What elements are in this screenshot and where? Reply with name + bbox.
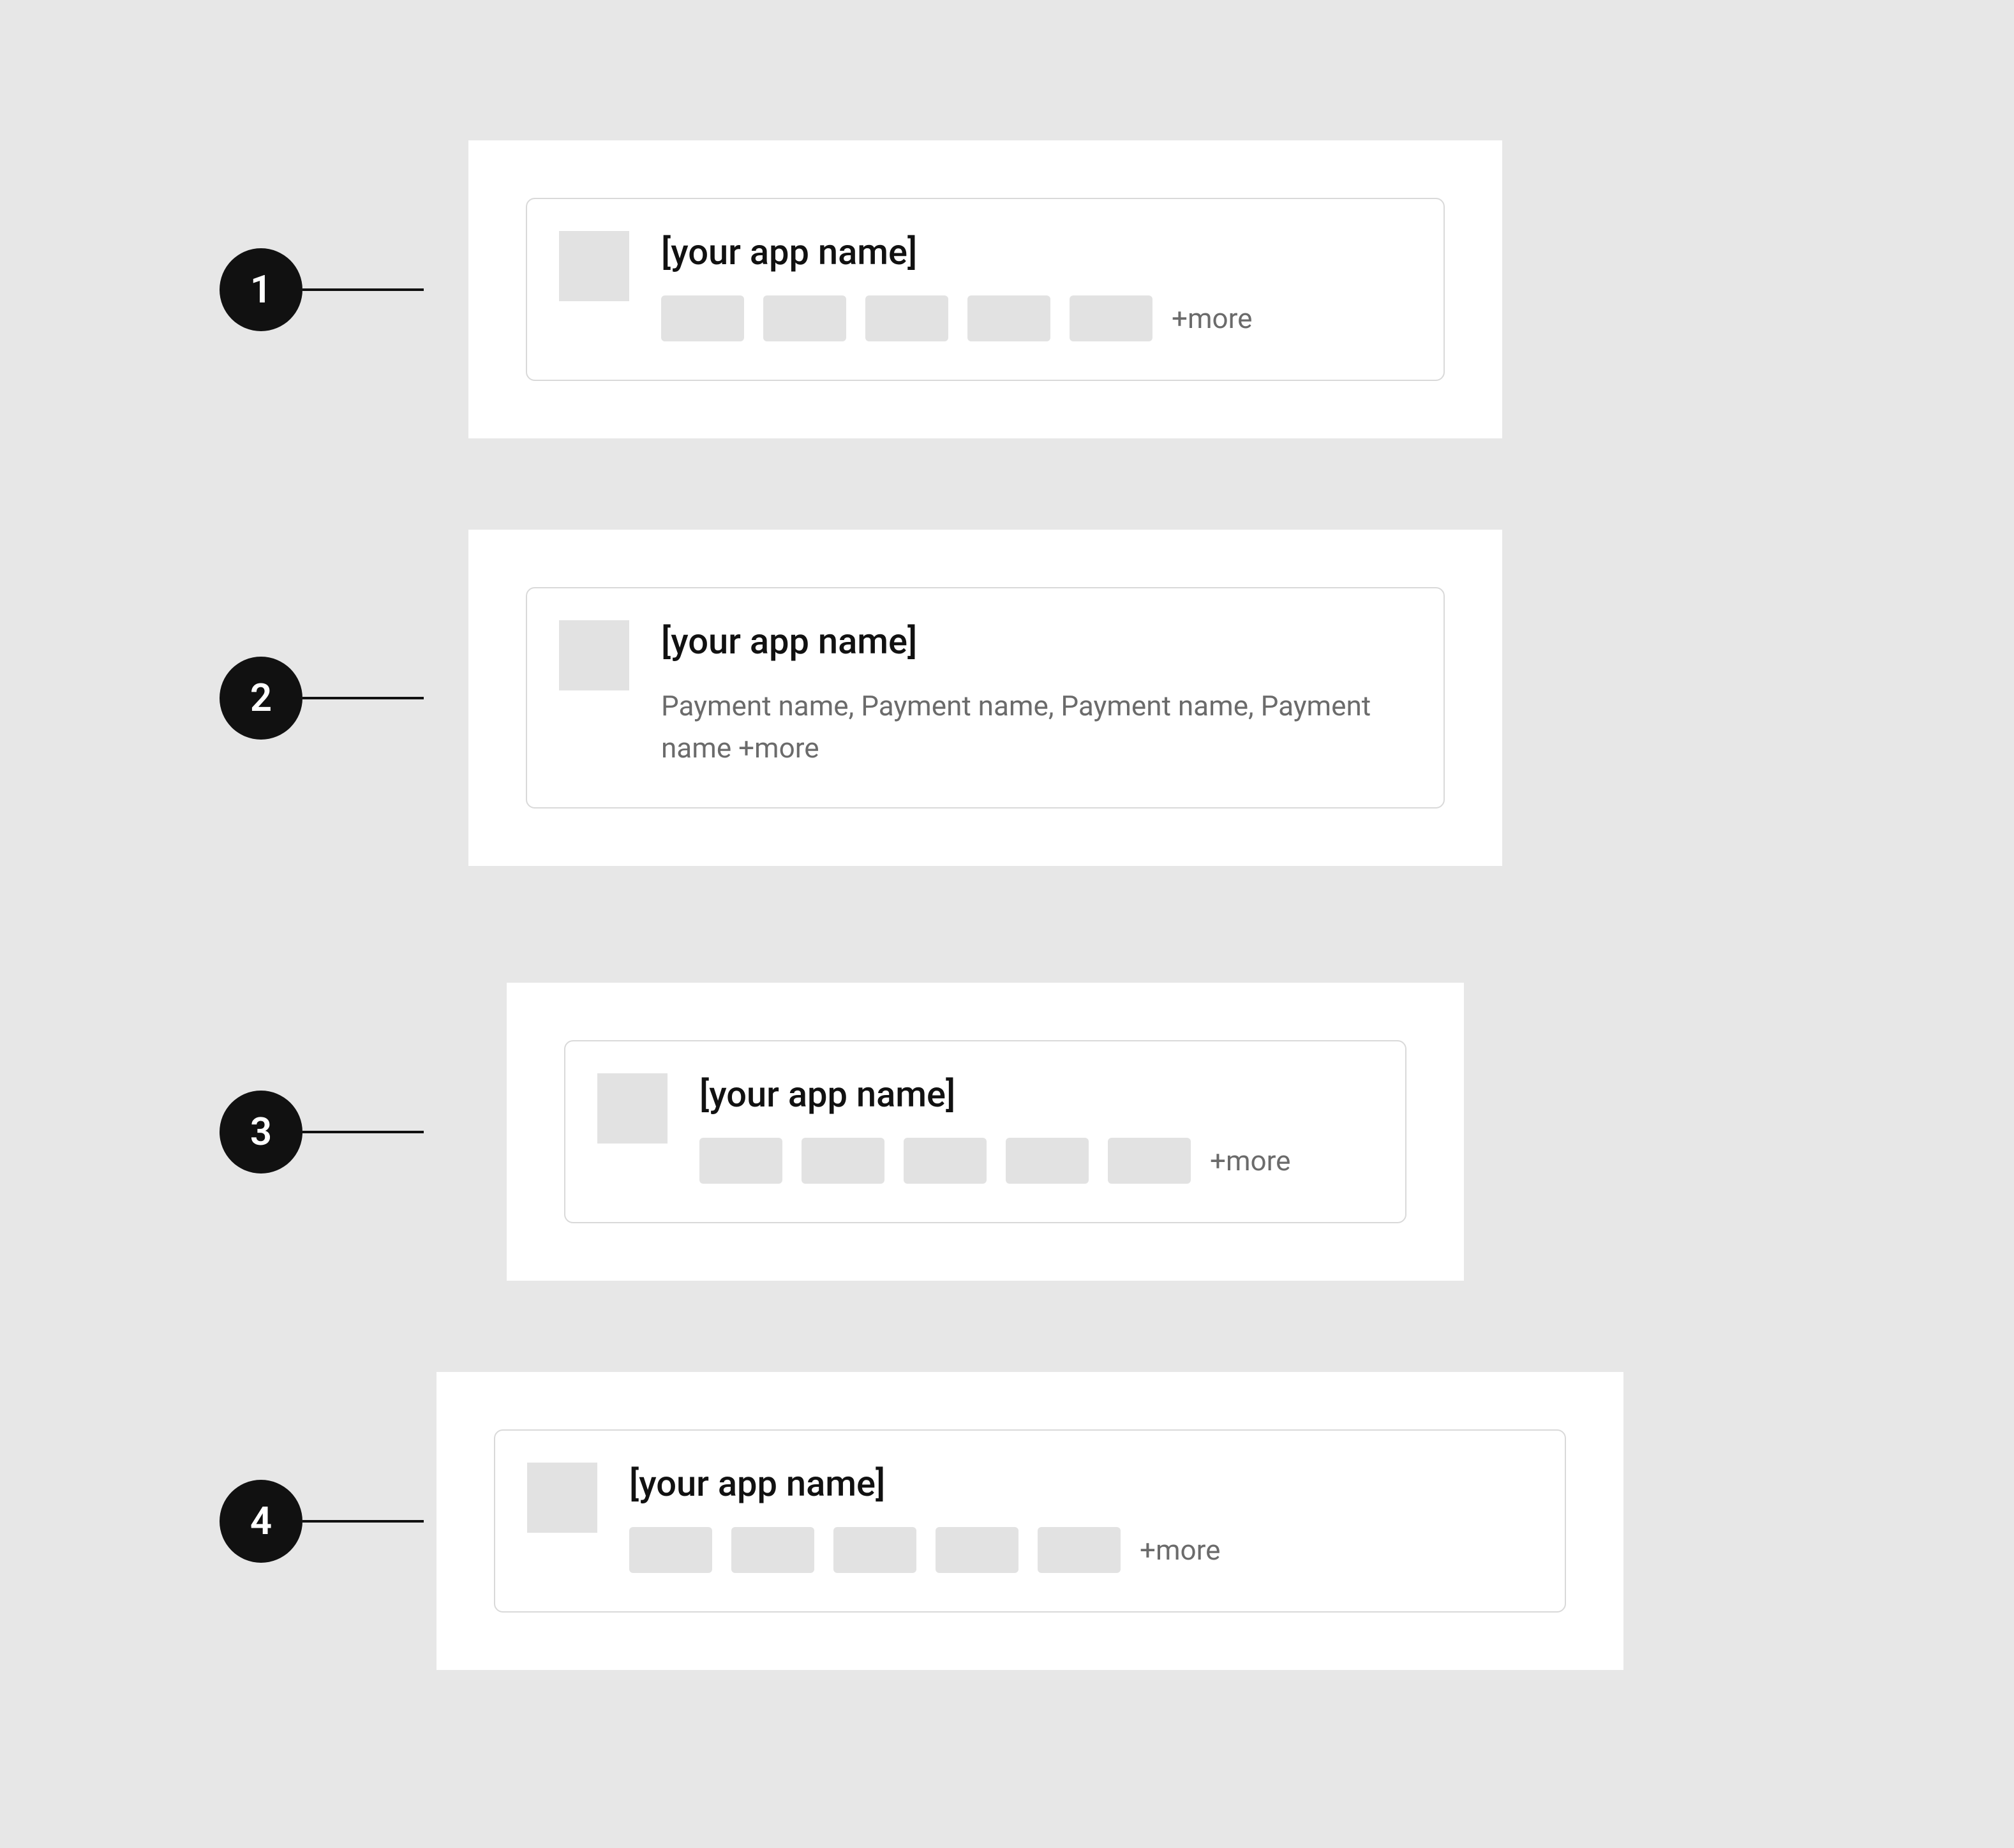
app-title: [your app name] (629, 1463, 1526, 1505)
annotation-2: 2 (220, 657, 424, 740)
payment-method-chip (1038, 1527, 1121, 1573)
payment-method-chip (865, 295, 948, 341)
annotation-leader-3 (302, 1131, 424, 1133)
app-icon (559, 620, 629, 690)
annotation-3: 3 (220, 1091, 424, 1174)
panel-2: [your app name] Payment name, Payment na… (468, 530, 1502, 866)
annotation-badge-1: 1 (220, 248, 302, 331)
more-link[interactable]: +more (1210, 1144, 1290, 1177)
example-row-2: 2 [your app name] Payment name, Payment … (0, 530, 2014, 866)
panel-4: [your app name] +more (436, 1372, 1623, 1670)
annotation-leader-1 (302, 288, 424, 291)
more-link[interactable]: +more (1140, 1533, 1220, 1567)
app-title: [your app name] (699, 1073, 1367, 1116)
annotation-badge-3: 3 (220, 1091, 302, 1174)
payment-method-chip (661, 295, 744, 341)
payment-method-chip (833, 1527, 916, 1573)
more-link[interactable]: +more (1172, 302, 1252, 335)
app-title: [your app name] (661, 231, 1405, 274)
card-body: [your app name] +more (629, 1463, 1526, 1573)
panel-1: [your app name] +more (468, 140, 1502, 438)
app-icon (559, 231, 629, 301)
app-card-1: [your app name] +more (526, 198, 1445, 381)
card-body: [your app name] +more (699, 1073, 1367, 1184)
payment-method-chip (1006, 1138, 1089, 1184)
annotation-leader-2 (302, 697, 424, 699)
annotation-leader-4 (302, 1520, 424, 1523)
example-row-1: 1 [your app name] +more (0, 140, 2014, 438)
payment-method-chip (1108, 1138, 1191, 1184)
annotation-1: 1 (220, 248, 424, 331)
app-title: [your app name] (661, 620, 1405, 663)
app-card-4: [your app name] +more (494, 1429, 1566, 1613)
app-icon (527, 1463, 597, 1533)
payment-method-chip (802, 1138, 884, 1184)
payment-method-row: +more (661, 295, 1405, 341)
payment-method-chip (904, 1138, 987, 1184)
annotation-4: 4 (220, 1480, 424, 1563)
payment-method-chip (731, 1527, 814, 1573)
panel-3: [your app name] +more (507, 983, 1464, 1281)
app-card-3: [your app name] +more (564, 1040, 1406, 1223)
payment-method-row: +more (629, 1527, 1526, 1573)
payment-method-text: Payment name, Payment name, Payment name… (661, 685, 1405, 769)
example-row-4: 4 [your app name] +more (0, 1372, 2014, 1670)
app-icon (597, 1073, 668, 1144)
payment-method-chip (1070, 295, 1152, 341)
payment-method-row: +more (699, 1138, 1367, 1184)
card-body: [your app name] Payment name, Payment na… (661, 620, 1405, 769)
annotation-badge-2: 2 (220, 657, 302, 740)
example-row-3: 3 [your app name] +more (0, 983, 2014, 1281)
app-card-2: [your app name] Payment name, Payment na… (526, 587, 1445, 808)
payment-method-chip (699, 1138, 782, 1184)
payment-method-chip (763, 295, 846, 341)
payment-method-chip (936, 1527, 1018, 1573)
payment-method-chip (629, 1527, 712, 1573)
annotation-badge-4: 4 (220, 1480, 302, 1563)
payment-method-chip (967, 295, 1050, 341)
card-body: [your app name] +more (661, 231, 1405, 341)
